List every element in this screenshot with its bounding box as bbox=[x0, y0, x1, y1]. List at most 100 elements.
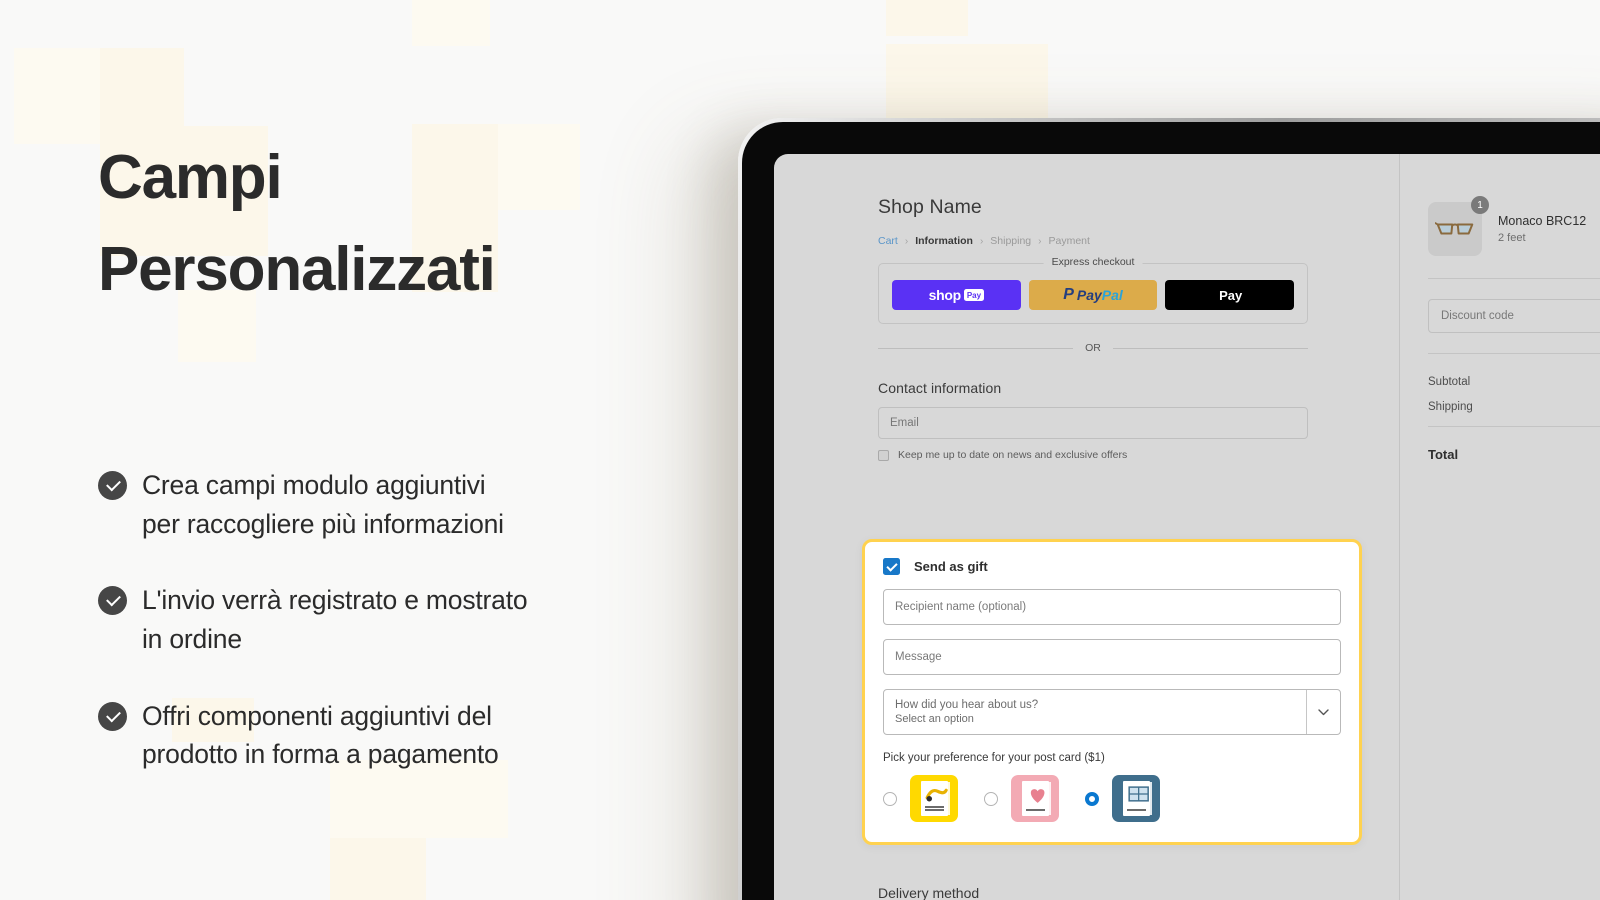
postcard-option-blue[interactable] bbox=[1085, 775, 1160, 822]
check-circle-icon bbox=[98, 471, 127, 500]
breadcrumb-cart[interactable]: Cart bbox=[878, 235, 898, 247]
or-label: OR bbox=[1085, 342, 1101, 354]
list-item-text: Crea campi modulo aggiuntivi per raccogl… bbox=[142, 466, 504, 543]
deco-square bbox=[14, 48, 100, 144]
send-as-gift-label: Send as gift bbox=[914, 559, 988, 574]
postcard-option-yellow[interactable] bbox=[883, 775, 958, 822]
divider bbox=[1428, 426, 1600, 427]
feature-list: Crea campi modulo aggiuntivi per raccogl… bbox=[98, 466, 698, 774]
postcard-caption-lines bbox=[1126, 809, 1146, 812]
tablet-screen: Shop Name Cart › Information › Shipping … bbox=[774, 154, 1600, 900]
deco-square bbox=[330, 838, 426, 900]
tablet-device: Shop Name Cart › Information › Shipping … bbox=[738, 118, 1600, 900]
chevron-right-icon: › bbox=[979, 235, 984, 247]
totals-block: Subtotal Shipping bbox=[1428, 376, 1600, 413]
title-line-1: Campi bbox=[98, 143, 283, 212]
send-as-gift-checkbox[interactable] bbox=[883, 558, 900, 575]
paypal-word-pay: Pay bbox=[1076, 287, 1102, 303]
divider-line bbox=[878, 347, 1074, 349]
total-row: Total bbox=[1428, 447, 1600, 462]
paypal-word-pal: Pal bbox=[1101, 287, 1123, 303]
list-item-text: L'invio verrà registrato e mostrato in o… bbox=[142, 581, 528, 658]
order-summary: 1 Monaco BRC12 2 feet Discount code Subt… bbox=[1399, 154, 1600, 900]
shop-pay-word: shop bbox=[928, 287, 962, 303]
total-label: Total bbox=[1428, 447, 1459, 462]
list-item-line-2: in ordine bbox=[142, 624, 242, 655]
recipient-name-placeholder: Recipient name (optional) bbox=[895, 601, 1027, 613]
page-title: Campi Personalizzati bbox=[98, 132, 718, 316]
discount-code-placeholder: Discount code bbox=[1441, 310, 1514, 322]
how-did-you-hear-select[interactable]: How did you hear about us? Select an opt… bbox=[883, 689, 1341, 735]
list-item-text: Offri componenti aggiuntivi del prodotto… bbox=[142, 697, 499, 774]
deco-square bbox=[412, 0, 490, 46]
postcard-art bbox=[1021, 781, 1049, 816]
postcard-art bbox=[1122, 781, 1150, 816]
discount-code-input[interactable]: Discount code bbox=[1428, 299, 1600, 333]
email-placeholder: Email bbox=[890, 417, 919, 429]
checkout-main-column: Shop Name Cart › Information › Shipping … bbox=[774, 154, 1399, 900]
postcard-option-pink[interactable] bbox=[984, 775, 1059, 822]
custom-fields-card: Send as gift Recipient name (optional) M… bbox=[862, 539, 1362, 845]
radio-blue[interactable] bbox=[1085, 791, 1099, 806]
postcard-thumbnail-yellow[interactable] bbox=[910, 775, 958, 822]
deco-square bbox=[886, 0, 968, 36]
checkout-page: Shop Name Cart › Information › Shipping … bbox=[774, 154, 1600, 900]
postcard-options-row bbox=[883, 775, 1341, 822]
product-meta: Monaco BRC12 2 feet bbox=[1498, 214, 1586, 244]
breadcrumb-information[interactable]: Information bbox=[915, 235, 973, 247]
delivery-method-title: Delivery method bbox=[878, 885, 980, 900]
list-item-line-1: L'invio verrà registrato e mostrato bbox=[142, 585, 528, 616]
divider bbox=[1428, 353, 1600, 354]
breadcrumb-payment[interactable]: Payment bbox=[1049, 235, 1090, 247]
list-item-line-1: Crea campi modulo aggiuntivi bbox=[142, 470, 486, 500]
shop-name: Shop Name bbox=[878, 196, 982, 218]
sunglasses-icon bbox=[1435, 221, 1474, 235]
paypal-button[interactable]: P Pay Pal bbox=[1028, 280, 1158, 310]
send-as-gift-row[interactable]: Send as gift bbox=[883, 558, 1341, 575]
express-payment-buttons: shop Pay P Pay Pal Pay bbox=[892, 280, 1295, 310]
list-item: Offri componenti aggiuntivi del prodotto… bbox=[98, 697, 698, 774]
paypal-logo-icon: P bbox=[1063, 286, 1074, 303]
title-line-2: Personalizzati bbox=[98, 234, 496, 304]
newsletter-checkbox[interactable] bbox=[878, 449, 889, 461]
select-value: Select an option bbox=[895, 713, 974, 725]
newsletter-label: Keep me up to date on news and exclusive… bbox=[898, 449, 1128, 461]
select-question: How did you hear about us? bbox=[895, 699, 1039, 711]
postcard-caption-lines bbox=[1025, 809, 1045, 812]
subtotal-row: Subtotal bbox=[1428, 376, 1600, 388]
express-checkout-label: Express checkout bbox=[1043, 256, 1143, 268]
check-circle-icon bbox=[98, 586, 127, 616]
subtotal-label: Subtotal bbox=[1428, 376, 1471, 388]
shipping-row: Shipping bbox=[1428, 401, 1600, 413]
select-text: How did you hear about us? Select an opt… bbox=[895, 699, 1038, 725]
apple-pay-button[interactable]: Pay bbox=[1165, 280, 1295, 310]
apple-pay-label: Pay bbox=[1219, 287, 1243, 303]
list-item-line-1: Offri componenti aggiuntivi del bbox=[142, 700, 492, 731]
contact-information-title: Contact information bbox=[878, 380, 1002, 396]
postcard-caption-lines bbox=[924, 806, 944, 812]
recipient-name-input[interactable]: Recipient name (optional) bbox=[883, 589, 1341, 625]
postcard-art bbox=[920, 781, 948, 816]
postcard-thumbnail-blue[interactable] bbox=[1112, 775, 1160, 822]
breadcrumb: Cart › Information › Shipping › Payment bbox=[878, 235, 1399, 247]
check-circle-icon bbox=[98, 701, 127, 731]
product-variant: 2 feet bbox=[1498, 232, 1526, 244]
chevron-down-icon[interactable] bbox=[1306, 690, 1340, 734]
quantity-badge: 1 bbox=[1471, 196, 1489, 214]
email-field[interactable]: Email bbox=[878, 407, 1308, 439]
newsletter-checkbox-row[interactable]: Keep me up to date on news and exclusive… bbox=[878, 449, 1399, 461]
or-divider: OR bbox=[878, 342, 1308, 354]
radio-pink[interactable] bbox=[984, 791, 998, 806]
message-placeholder: Message bbox=[895, 651, 942, 663]
message-input[interactable]: Message bbox=[883, 639, 1341, 675]
breadcrumb-shipping[interactable]: Shipping bbox=[990, 235, 1031, 247]
chevron-right-icon: › bbox=[904, 235, 909, 247]
radio-yellow[interactable] bbox=[883, 791, 897, 806]
tablet-bezel: Shop Name Cart › Information › Shipping … bbox=[742, 122, 1600, 900]
postcard-preference-label: Pick your preference for your post card … bbox=[883, 752, 1105, 764]
express-checkout-box: Express checkout shop Pay P Pay Pal Pay bbox=[878, 256, 1308, 324]
divider bbox=[1428, 278, 1600, 279]
postcard-thumbnail-pink[interactable] bbox=[1011, 775, 1059, 822]
list-item: Crea campi modulo aggiuntivi per raccogl… bbox=[98, 466, 698, 543]
shop-pay-button[interactable]: shop Pay bbox=[892, 280, 1021, 310]
